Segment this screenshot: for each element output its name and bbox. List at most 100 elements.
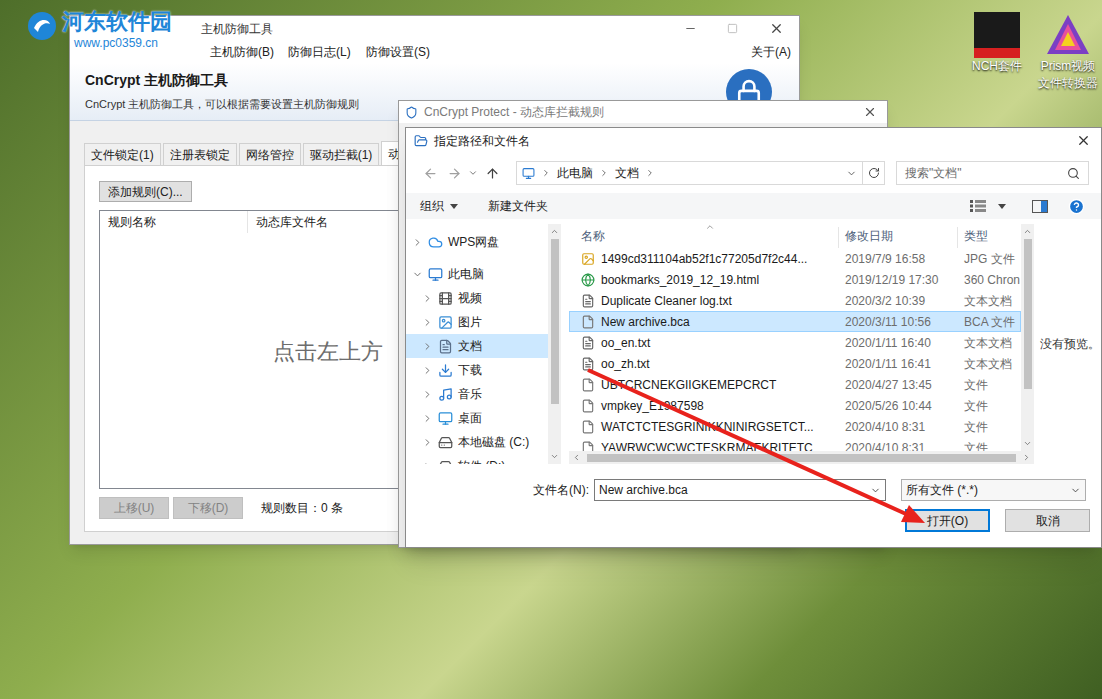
- expand-icon[interactable]: [422, 365, 433, 376]
- file-row[interactable]: Duplicate Cleaner log.txt2020/3/2 10:39文…: [569, 290, 1021, 311]
- watermark-name: 河东软件园: [62, 8, 172, 36]
- desktop-icon[interactable]: NCH套件: [966, 12, 1028, 74]
- tree-item[interactable]: 视频: [406, 286, 548, 310]
- forward-icon: [447, 166, 462, 181]
- dropdown-icon[interactable]: [870, 485, 881, 496]
- vertical-scrollbar[interactable]: [1021, 224, 1034, 451]
- file-name: oo_zh.txt: [601, 355, 650, 373]
- new-folder-button[interactable]: 新建文件夹: [488, 197, 548, 215]
- expand-icon[interactable]: [422, 341, 433, 352]
- vertical-scrollbar[interactable]: [548, 224, 561, 464]
- cancel-button[interactable]: 取消: [1005, 509, 1090, 532]
- navigation-pane: WPS网盘此电脑视频图片文档下载音乐桌面本地磁盘 (C:)软件 (D:): [406, 224, 561, 464]
- file-row[interactable]: oo_zh.txt2020/1/11 16:41文本文档: [569, 353, 1021, 374]
- expand-icon[interactable]: [422, 437, 433, 448]
- address-dropdown-icon[interactable]: [846, 168, 857, 179]
- menu-item[interactable]: 防御日志(L): [288, 43, 366, 61]
- file-row[interactable]: UBTCRCNEKGIIGKEMEPCRCT2020/4/27 13:45文件: [569, 374, 1021, 395]
- move-button[interactable]: 上移(U): [99, 497, 169, 519]
- file-row[interactable]: New archive.bca2020/3/11 10:56BCA 文件: [569, 311, 1021, 332]
- expand-icon[interactable]: [422, 389, 433, 400]
- scroll-up-icon[interactable]: [550, 227, 559, 236]
- scroll-down-icon[interactable]: [550, 452, 559, 461]
- open-button[interactable]: 打开(O): [905, 509, 990, 532]
- scroll-thumb[interactable]: [1024, 239, 1032, 389]
- menu-item[interactable]: 关于(A): [751, 43, 799, 61]
- file-type: 文件: [958, 439, 1021, 452]
- expand-icon[interactable]: [422, 413, 433, 424]
- file-name: New archive.bca: [601, 313, 690, 331]
- tree-item[interactable]: 文档: [406, 334, 548, 358]
- tab[interactable]: 文件锁定(1): [84, 143, 161, 165]
- breadcrumb-item[interactable]: 此电脑: [557, 164, 593, 182]
- file-row[interactable]: 1499cd311104ab52f1c77205d7f2c44...2019/7…: [569, 248, 1021, 269]
- horizontal-scrollbar[interactable]: [569, 451, 1034, 464]
- text-file-icon: [581, 336, 595, 350]
- close-icon[interactable]: [1076, 133, 1091, 148]
- column-header[interactable]: 修改日期: [839, 227, 958, 248]
- tab[interactable]: 网络管控: [239, 143, 301, 165]
- address-bar[interactable]: 此电脑 文档: [516, 161, 863, 185]
- up-button[interactable]: [480, 166, 504, 181]
- file-type: 文件: [958, 397, 1021, 415]
- organize-button[interactable]: 组织: [420, 197, 458, 215]
- scroll-thumb[interactable]: [587, 454, 1016, 462]
- tree-item[interactable]: 本地磁盘 (C:): [406, 430, 548, 454]
- breadcrumb-item[interactable]: 文档: [615, 164, 639, 182]
- file-row[interactable]: oo_en.txt2020/1/11 16:40文本文档: [569, 332, 1021, 353]
- search-box[interactable]: 搜索"文档": [896, 161, 1089, 185]
- maximize-button[interactable]: [711, 16, 753, 41]
- menu-item[interactable]: 主机防御(B): [210, 43, 288, 61]
- tree-item[interactable]: 下载: [406, 358, 548, 382]
- image-file-icon: [581, 252, 595, 266]
- tab[interactable]: 驱动拦截(1): [303, 143, 380, 165]
- tree-item[interactable]: WPS网盘: [406, 230, 548, 254]
- scroll-left-icon[interactable]: [572, 453, 581, 462]
- view-mode-icon[interactable]: [970, 200, 986, 212]
- file-row[interactable]: YAWRWCWCWCTESKRMAEKRITETC2020/4/10 8:31文…: [569, 437, 1021, 451]
- expand-icon[interactable]: [422, 317, 433, 328]
- preview-pane-icon[interactable]: [1032, 200, 1048, 213]
- tree-item[interactable]: 图片: [406, 310, 548, 334]
- help-icon[interactable]: [1068, 198, 1085, 215]
- refresh-button[interactable]: [863, 161, 885, 185]
- column-header[interactable]: 动态库文件名: [248, 213, 328, 231]
- tree-item[interactable]: 此电脑: [406, 262, 548, 286]
- expand-icon[interactable]: [422, 461, 433, 465]
- add-rule-button[interactable]: 添加规则(C)...: [99, 181, 192, 202]
- forward-button[interactable]: [442, 166, 466, 181]
- scroll-right-icon[interactable]: [1022, 453, 1031, 462]
- view-dropdown-icon[interactable]: [998, 204, 1006, 209]
- menu-item[interactable]: 防御设置(S): [366, 43, 444, 61]
- recent-button[interactable]: [466, 168, 480, 178]
- scroll-down-icon[interactable]: [1023, 439, 1032, 448]
- scroll-thumb[interactable]: [551, 239, 559, 404]
- tree-item[interactable]: 桌面: [406, 406, 548, 430]
- tree-item[interactable]: 音乐: [406, 382, 548, 406]
- window-controls: [669, 16, 799, 41]
- expand-icon[interactable]: [422, 293, 433, 304]
- file-row[interactable]: WATCTCTESGRINIKKNINIRGSETCT...2020/4/10 …: [569, 416, 1021, 437]
- column-header[interactable]: 名称: [569, 227, 839, 248]
- music-icon: [438, 387, 453, 402]
- file-row[interactable]: bookmarks_2019_12_19.html2019/12/19 17:3…: [569, 269, 1021, 290]
- file-date: 2020/4/10 8:31: [839, 439, 958, 452]
- minimize-button[interactable]: [669, 16, 711, 41]
- scroll-up-icon[interactable]: [1023, 227, 1032, 236]
- close-icon[interactable]: [863, 105, 877, 119]
- tree-item[interactable]: 软件 (D:): [406, 454, 548, 464]
- file-type-filter[interactable]: 所有文件 (*.*): [901, 479, 1086, 501]
- column-header[interactable]: 规则名称: [100, 211, 248, 233]
- file-row[interactable]: vmpkey_E19875982020/5/26 10:44文件: [569, 395, 1021, 416]
- file-date: 2020/5/26 10:44: [839, 397, 958, 415]
- close-button[interactable]: [753, 16, 799, 41]
- expand-icon[interactable]: [412, 237, 423, 248]
- filename-field[interactable]: New archive.bca: [594, 479, 886, 501]
- tab[interactable]: 注册表锁定: [163, 143, 237, 165]
- move-button[interactable]: 下移(D): [173, 497, 243, 519]
- back-button[interactable]: [418, 166, 442, 181]
- expand-icon[interactable]: [412, 269, 423, 280]
- desktop-icon[interactable]: Prism视频文件转换器: [1036, 12, 1100, 92]
- column-header[interactable]: 类型: [958, 227, 1021, 248]
- tree-label: 图片: [458, 313, 482, 331]
